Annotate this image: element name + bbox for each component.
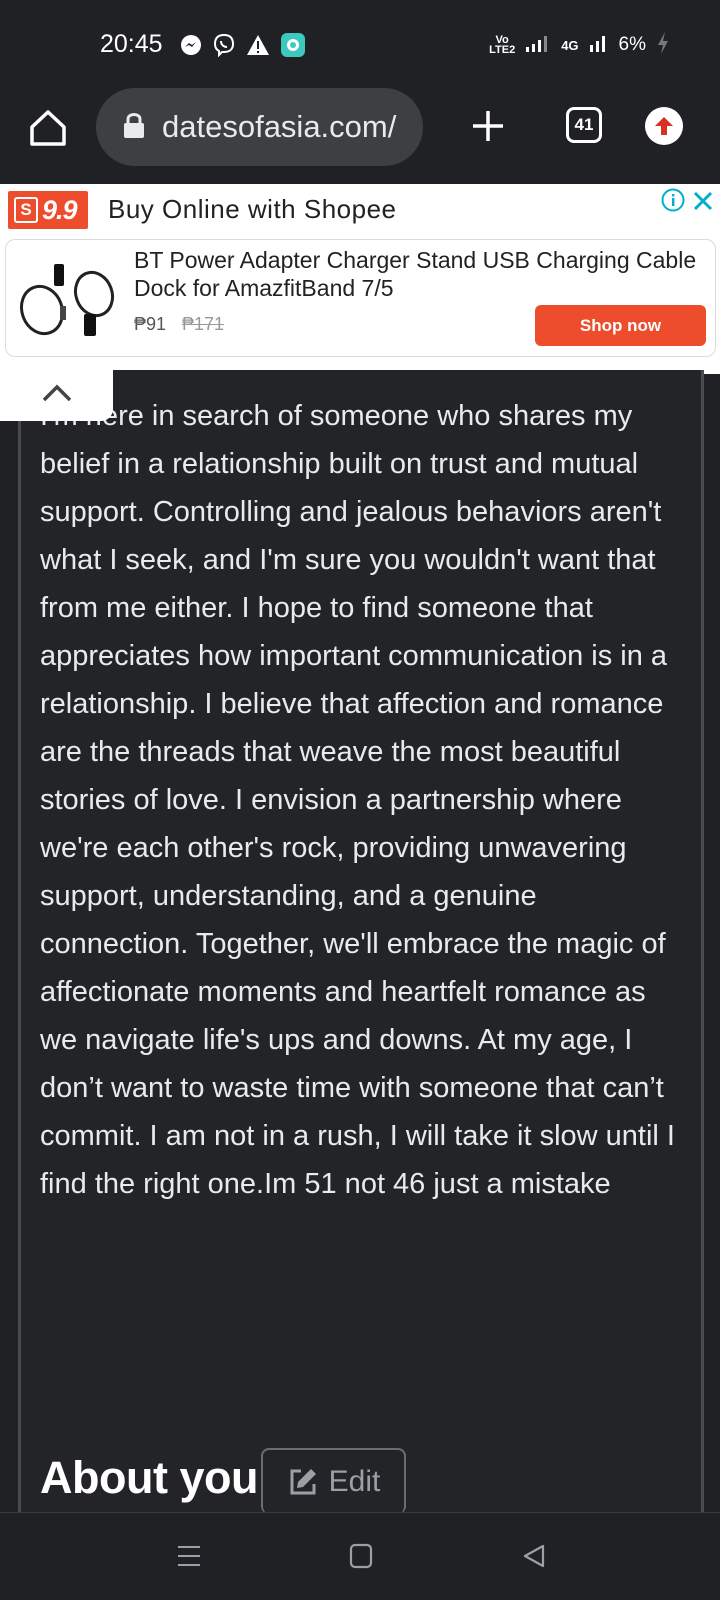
viber-icon xyxy=(212,33,236,57)
battery-percent: 6% xyxy=(618,34,646,55)
signal-icon xyxy=(525,33,551,58)
about-you-heading: About you xyxy=(40,1452,258,1503)
product-title: BT Power Adapter Charger Stand USB Charg… xyxy=(134,247,697,301)
status-time: 20:45 xyxy=(100,30,163,58)
shopee-logo: S 9.9 xyxy=(8,191,88,229)
lock-icon xyxy=(122,111,146,144)
url-text: datesofasia.com/ xyxy=(162,109,397,144)
square-icon xyxy=(349,1543,373,1569)
system-nav-bar xyxy=(0,1512,720,1600)
update-button[interactable] xyxy=(645,107,683,145)
chevron-up-icon xyxy=(42,384,71,402)
network-type: 4G xyxy=(561,37,579,53)
home-icon xyxy=(30,110,66,146)
ad-banner[interactable]: S 9.9 Buy Online with Shopee BT Power Ad… xyxy=(0,184,720,374)
system-status-icons: Vo LTE2 4G 6% xyxy=(489,31,670,60)
plus-icon xyxy=(473,111,503,141)
new-tab-button[interactable] xyxy=(468,106,508,146)
ad-product-card[interactable]: BT Power Adapter Charger Stand USB Charg… xyxy=(5,239,716,357)
edit-label: Edit xyxy=(328,1465,381,1498)
shopee-bag-icon: S xyxy=(14,197,38,223)
product-price: ₱91 xyxy=(134,314,167,334)
alert-icon xyxy=(246,34,270,56)
ad-collapse-button[interactable] xyxy=(0,365,113,421)
product-image xyxy=(14,258,124,340)
nav-back-button[interactable] xyxy=(521,1543,547,1574)
ad-info-icon[interactable] xyxy=(661,188,685,212)
volte-indicator: Vo LTE2 xyxy=(489,34,516,56)
back-triangle-icon xyxy=(523,1544,545,1568)
shopee-sale-text: 9.9 xyxy=(42,194,78,225)
ad-close-icon[interactable] xyxy=(692,190,714,212)
bio-text: I'm here in search of someone who shares… xyxy=(40,400,675,1200)
ad-headline: Buy Online with Shopee xyxy=(108,194,397,224)
status-bar: 20:45 Vo LTE2 4G 6% xyxy=(0,0,720,88)
home-button[interactable] xyxy=(26,106,70,150)
app-notification-icon xyxy=(280,32,306,58)
arrow-up-icon xyxy=(655,117,673,135)
url-bar[interactable]: datesofasia.com/ xyxy=(96,88,423,166)
messenger-icon xyxy=(180,34,202,56)
recent-apps-button[interactable] xyxy=(176,1543,202,1574)
edit-icon xyxy=(290,1469,316,1495)
menu-icon xyxy=(178,1546,200,1566)
product-old-price: ₱171 xyxy=(182,314,225,334)
shop-now-button[interactable]: Shop now xyxy=(535,305,706,346)
notification-icons xyxy=(180,32,306,58)
edit-button[interactable]: Edit xyxy=(261,1448,406,1514)
nav-home-button[interactable] xyxy=(349,1543,373,1574)
battery-charging-icon xyxy=(656,31,670,60)
browser-toolbar: datesofasia.com/ 41 xyxy=(0,88,720,184)
tab-switcher-button[interactable]: 41 xyxy=(566,107,602,143)
signal-icon-2 xyxy=(589,33,609,58)
